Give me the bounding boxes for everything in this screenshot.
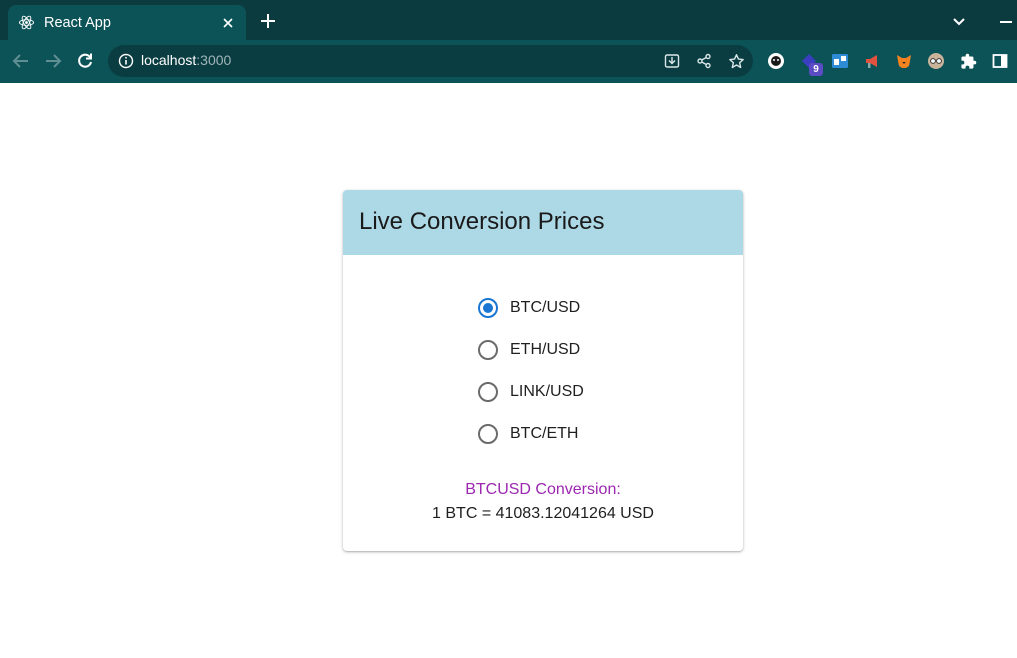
forward-arrow-icon[interactable] (41, 50, 65, 72)
tab-title: React App (44, 14, 111, 31)
extension-face-icon[interactable] (766, 51, 786, 71)
conversion-value: 1 BTC = 41083.12041264 USD (432, 505, 654, 522)
radio-label: BTC/USD (510, 299, 581, 316)
reload-icon[interactable] (73, 50, 97, 72)
radio-label: BTC/ETH (510, 425, 579, 442)
radio-selected-dot (483, 303, 493, 313)
bookmark-star-icon[interactable] (727, 52, 745, 70)
install-app-icon[interactable] (663, 52, 681, 70)
radio-option-btc-eth[interactable]: BTC/ETH (478, 419, 578, 449)
radio-button[interactable] (478, 340, 498, 360)
react-logo-icon (18, 14, 35, 31)
address-bar[interactable]: localhost:3000 (108, 45, 753, 77)
back-arrow-icon[interactable] (9, 50, 33, 72)
extension-board-icon[interactable] (830, 51, 850, 71)
new-tab-plus-icon[interactable] (258, 11, 278, 31)
close-tab-icon[interactable] (220, 15, 236, 31)
radio-option-btc-usd[interactable]: BTC/USD (478, 293, 580, 323)
radio-button[interactable] (478, 382, 498, 402)
card-title: Live Conversion Prices (359, 208, 605, 235)
site-info-icon[interactable] (118, 53, 134, 69)
card-header: Live Conversion Prices (343, 190, 743, 255)
conversion-card: Live Conversion Prices BTC/USD ETH/USD L… (343, 190, 743, 551)
chevron-down-icon[interactable] (950, 13, 968, 31)
extension-megaphone-icon[interactable] (862, 51, 882, 71)
conversion-title: BTCUSD Conversion: (465, 481, 621, 498)
radio-label: ETH/USD (510, 341, 581, 358)
extension-count-badge: 9 (809, 63, 823, 76)
metamask-fox-icon[interactable] (894, 51, 914, 71)
radio-option-eth-usd[interactable]: ETH/USD (478, 335, 580, 365)
radio-button[interactable] (478, 424, 498, 444)
radio-button[interactable] (478, 298, 498, 318)
radio-label: LINK/USD (510, 383, 584, 400)
extension-goggles-icon[interactable] (926, 51, 946, 71)
share-icon[interactable] (695, 52, 713, 70)
browser-tab[interactable]: React App (8, 5, 246, 40)
url-text: localhost:3000 (141, 52, 232, 68)
side-panel-icon[interactable] (990, 51, 1010, 71)
minimize-window-icon[interactable] (998, 13, 1014, 31)
extensions-puzzle-icon[interactable] (958, 51, 978, 71)
radio-option-link-usd[interactable]: LINK/USD (478, 377, 584, 407)
